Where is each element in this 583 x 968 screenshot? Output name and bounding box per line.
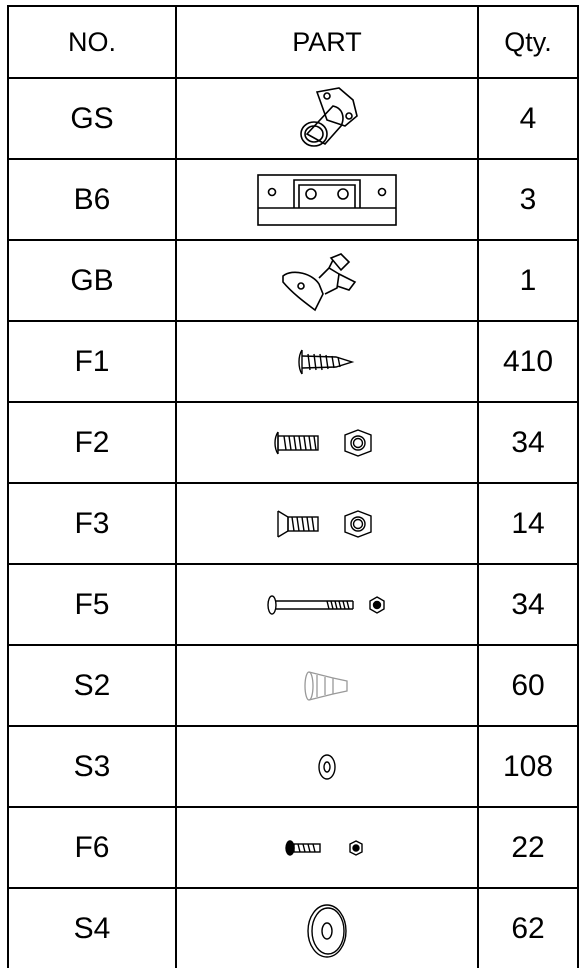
b6-bracket-icon bbox=[257, 173, 397, 226]
header-qty: Qty. bbox=[477, 5, 579, 79]
part-qty: 14 bbox=[477, 482, 579, 565]
f6-small-bolt-nut-icon bbox=[285, 839, 363, 856]
table-row: F2 34 bbox=[7, 401, 579, 484]
part-image bbox=[175, 644, 479, 727]
part-number: S4 bbox=[7, 887, 177, 968]
part-number: F1 bbox=[7, 320, 177, 403]
part-number: S3 bbox=[7, 725, 177, 808]
part-image bbox=[175, 401, 479, 484]
table-row: GB 1 bbox=[7, 239, 579, 322]
table-row: F5 34 bbox=[7, 563, 579, 646]
s4-large-washer-icon bbox=[307, 903, 347, 958]
part-qty: 3 bbox=[477, 158, 579, 241]
part-number: GB bbox=[7, 239, 177, 322]
part-number: GS bbox=[7, 77, 177, 160]
gs-flange-icon bbox=[300, 86, 358, 147]
part-qty: 108 bbox=[477, 725, 579, 808]
header-no: NO. bbox=[7, 5, 177, 79]
part-qty: 22 bbox=[477, 806, 579, 889]
part-qty: 34 bbox=[477, 563, 579, 646]
table-row: GS 4 bbox=[7, 77, 579, 160]
part-qty: 1 bbox=[477, 239, 579, 322]
header-part: PART bbox=[175, 5, 479, 79]
part-qty: 34 bbox=[477, 401, 579, 484]
part-number: F6 bbox=[7, 806, 177, 889]
part-number: B6 bbox=[7, 158, 177, 241]
part-image bbox=[175, 563, 479, 646]
part-image bbox=[175, 77, 479, 160]
part-qty: 4 bbox=[477, 77, 579, 160]
part-qty: 60 bbox=[477, 644, 579, 727]
f2-bolt-nut-icon bbox=[274, 428, 372, 457]
table-row: F3 14 bbox=[7, 482, 579, 565]
table-row: S3 108 bbox=[7, 725, 579, 808]
part-number: S2 bbox=[7, 644, 177, 727]
gb-latch-icon bbox=[282, 252, 357, 311]
part-number: F2 bbox=[7, 401, 177, 484]
part-image bbox=[175, 320, 479, 403]
part-image bbox=[175, 887, 479, 968]
s3-washer-icon bbox=[318, 753, 336, 780]
part-image bbox=[175, 239, 479, 322]
f5-long-bolt-nut-icon bbox=[267, 594, 385, 615]
f3-countersunk-bolt-nut-icon bbox=[277, 509, 372, 538]
table-row: S2 60 bbox=[7, 644, 579, 727]
part-image bbox=[175, 806, 479, 889]
table-row: B6 3 bbox=[7, 158, 579, 241]
table-row: F1 410 bbox=[7, 320, 579, 403]
parts-table: NO. PART Qty. GS 4 B6 3 GB 1 F1 410 F2 3… bbox=[7, 5, 579, 968]
part-image bbox=[175, 158, 479, 241]
part-image bbox=[175, 725, 479, 808]
table-row: F6 22 bbox=[7, 806, 579, 889]
f1-screw-icon bbox=[298, 349, 355, 374]
part-number: F3 bbox=[7, 482, 177, 565]
part-qty: 410 bbox=[477, 320, 579, 403]
s2-plug-icon bbox=[304, 670, 348, 701]
header-row: NO. PART Qty. bbox=[7, 5, 579, 79]
table-row: S4 62 bbox=[7, 887, 579, 968]
part-qty: 62 bbox=[477, 887, 579, 968]
part-number: F5 bbox=[7, 563, 177, 646]
part-image bbox=[175, 482, 479, 565]
